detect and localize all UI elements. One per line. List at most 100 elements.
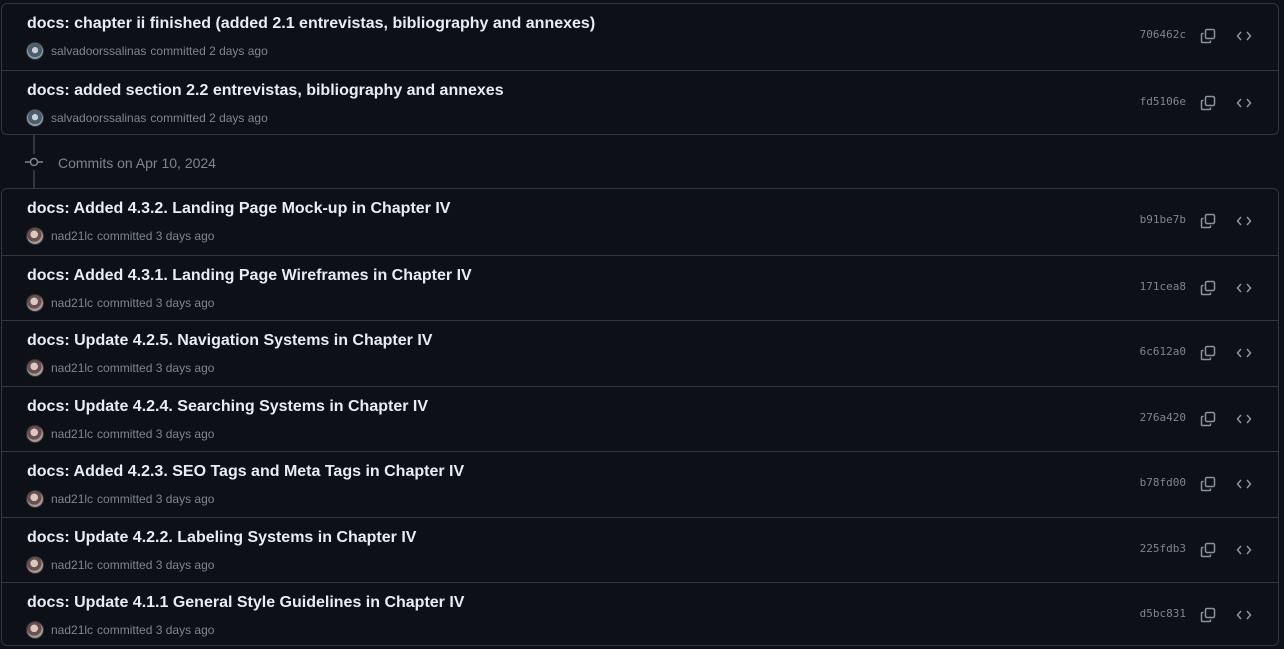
commit-time: committed 2 days ago xyxy=(150,110,268,125)
commit-meta: nad21lc committed 3 days ago xyxy=(27,621,214,639)
browse-repo-button[interactable] xyxy=(1234,278,1254,298)
commit-sha-link[interactable]: b78fd00 xyxy=(1140,476,1186,489)
avatar[interactable] xyxy=(27,294,43,311)
commit-meta: nad21lc committed 3 days ago xyxy=(27,227,214,245)
commit-meta: salvadoorssalinas committed 2 days ago xyxy=(27,109,268,127)
commit-time: committed 2 days ago xyxy=(150,44,268,58)
commit-sha-link[interactable]: b91be7b xyxy=(1140,213,1186,226)
commit-meta: nad21lc committed 3 days ago xyxy=(27,294,214,312)
code-icon xyxy=(1236,479,1252,489)
commit-row: docs: added section 2.2 entrevistas, bib… xyxy=(2,69,1278,135)
commit-row: docs: Update 4.2.5. Navigation Systems i… xyxy=(2,320,1278,386)
copy-sha-button[interactable] xyxy=(1198,540,1218,560)
commit-sha-link[interactable]: fd5106e xyxy=(1140,95,1186,108)
code-icon xyxy=(1236,348,1252,358)
commit-message-link[interactable]: docs: chapter ii finished (added 2.1 ent… xyxy=(27,15,595,33)
commit-meta: nad21lc committed 3 days ago xyxy=(27,425,214,443)
commit-row: docs: Added 4.3.2. Landing Page Mock-up … xyxy=(2,189,1278,255)
browse-repo-button[interactable] xyxy=(1234,540,1254,560)
commit-author-link[interactable]: nad21lc xyxy=(51,492,93,506)
avatar[interactable] xyxy=(27,556,43,573)
commit-message-link[interactable]: docs: Update 4.1.1 General Style Guideli… xyxy=(27,594,464,612)
commit-group-2: docs: Added 4.3.2. Landing Page Mock-up … xyxy=(1,188,1279,646)
commit-message-link[interactable]: docs: added section 2.2 entrevistas, bib… xyxy=(27,82,504,100)
copy-sha-button[interactable] xyxy=(1198,343,1218,363)
code-icon xyxy=(1236,545,1252,554)
copy-icon xyxy=(1200,213,1216,229)
copy-icon xyxy=(1200,411,1216,426)
commit-message-link[interactable]: docs: Added 4.3.1. Landing Page Wirefram… xyxy=(27,267,472,285)
copy-sha-button[interactable] xyxy=(1198,605,1218,625)
browse-repo-button[interactable] xyxy=(1234,474,1254,494)
avatar[interactable] xyxy=(27,360,43,376)
commit-author-link[interactable]: nad21lc xyxy=(51,427,93,441)
commit-sha-link[interactable]: 706462c xyxy=(1140,28,1186,41)
commit-meta: nad21lc committed 3 days ago xyxy=(27,490,214,508)
commit-author-link[interactable]: nad21lc xyxy=(51,558,93,572)
commit-group-1: docs: chapter ii finished (added 2.1 ent… xyxy=(1,3,1279,135)
commit-author-link[interactable]: nad21lc xyxy=(51,296,93,310)
commit-author-link[interactable]: salvadoorssalinas xyxy=(51,44,146,58)
commit-time: committed 3 days ago xyxy=(97,623,215,637)
commit-row: docs: chapter ii finished (added 2.1 ent… xyxy=(2,4,1278,70)
commit-time: committed 3 days ago xyxy=(97,492,215,506)
copy-sha-button[interactable] xyxy=(1198,26,1218,46)
copy-icon xyxy=(1200,607,1216,623)
commit-row: docs: Added 4.2.3. SEO Tags and Meta Tag… xyxy=(2,451,1278,517)
commit-sha-link[interactable]: d5bc831 xyxy=(1140,607,1186,620)
avatar[interactable] xyxy=(27,425,43,442)
copy-icon xyxy=(1200,542,1216,557)
commit-author-link[interactable]: nad21lc xyxy=(51,361,93,375)
code-icon xyxy=(1236,414,1252,423)
avatar[interactable] xyxy=(27,109,43,126)
browse-repo-button[interactable] xyxy=(1234,409,1254,429)
commit-message-link[interactable]: docs: Update 4.2.4. Searching Systems in… xyxy=(27,398,428,416)
avatar[interactable] xyxy=(27,491,43,507)
timeline-line xyxy=(33,135,35,154)
browse-repo-button[interactable] xyxy=(1234,93,1254,113)
avatar[interactable] xyxy=(27,622,43,638)
commit-author-link[interactable]: nad21lc xyxy=(51,623,93,637)
avatar[interactable] xyxy=(27,43,43,59)
commit-time: committed 3 days ago xyxy=(97,361,215,375)
commit-sha-link[interactable]: 171cea8 xyxy=(1140,280,1186,293)
commit-message-link[interactable]: docs: Update 4.2.5. Navigation Systems i… xyxy=(27,332,432,350)
avatar[interactable] xyxy=(27,228,43,244)
commit-time: committed 3 days ago xyxy=(97,229,215,243)
copy-icon xyxy=(1200,28,1216,44)
commit-message-link[interactable]: docs: Update 4.2.2. Labeling Systems in … xyxy=(27,529,416,547)
commit-meta: salvadoorssalinas committed 2 days ago xyxy=(27,42,268,60)
browse-repo-button[interactable] xyxy=(1234,605,1254,625)
copy-sha-button[interactable] xyxy=(1198,211,1218,231)
commit-message-link[interactable]: docs: Added 4.3.2. Landing Page Mock-up … xyxy=(27,200,450,218)
commit-sha-link[interactable]: 225fdb3 xyxy=(1140,542,1186,555)
browse-repo-button[interactable] xyxy=(1234,343,1254,363)
copy-sha-button[interactable] xyxy=(1198,278,1218,298)
commit-sha-link[interactable]: 276a420 xyxy=(1140,411,1186,424)
commit-time: committed 3 days ago xyxy=(97,557,215,572)
code-icon xyxy=(1236,98,1252,107)
copy-sha-button[interactable] xyxy=(1198,474,1218,494)
code-icon xyxy=(1236,610,1252,620)
commit-sha-link[interactable]: 6c612a0 xyxy=(1140,345,1186,358)
copy-icon xyxy=(1200,476,1216,492)
commit-meta: nad21lc committed 3 days ago xyxy=(27,556,214,574)
commit-row: docs: Update 4.2.4. Searching Systems in… xyxy=(2,385,1278,452)
commit-meta: nad21lc committed 3 days ago xyxy=(27,359,214,377)
code-icon xyxy=(1236,216,1252,226)
commit-date-header: Commits on Apr 10, 2024 xyxy=(0,135,1284,188)
commit-row: docs: Update 4.2.2. Labeling Systems in … xyxy=(2,516,1278,583)
copy-sha-button[interactable] xyxy=(1198,93,1218,113)
copy-icon xyxy=(1200,345,1216,361)
copy-sha-button[interactable] xyxy=(1198,409,1218,429)
commit-author-link[interactable]: salvadoorssalinas xyxy=(51,111,146,125)
commit-message-link[interactable]: docs: Added 4.2.3. SEO Tags and Meta Tag… xyxy=(27,463,464,481)
copy-icon xyxy=(1200,95,1216,110)
commit-author-link[interactable]: nad21lc xyxy=(51,229,93,243)
commit-time: committed 3 days ago xyxy=(97,295,215,310)
browse-repo-button[interactable] xyxy=(1234,211,1254,231)
date-header-label: Commits on Apr 10, 2024 xyxy=(58,155,216,171)
browse-repo-button[interactable] xyxy=(1234,26,1254,46)
commit-row: docs: Update 4.1.1 General Style Guideli… xyxy=(2,582,1278,645)
commit-row: docs: Added 4.3.1. Landing Page Wirefram… xyxy=(2,254,1278,321)
